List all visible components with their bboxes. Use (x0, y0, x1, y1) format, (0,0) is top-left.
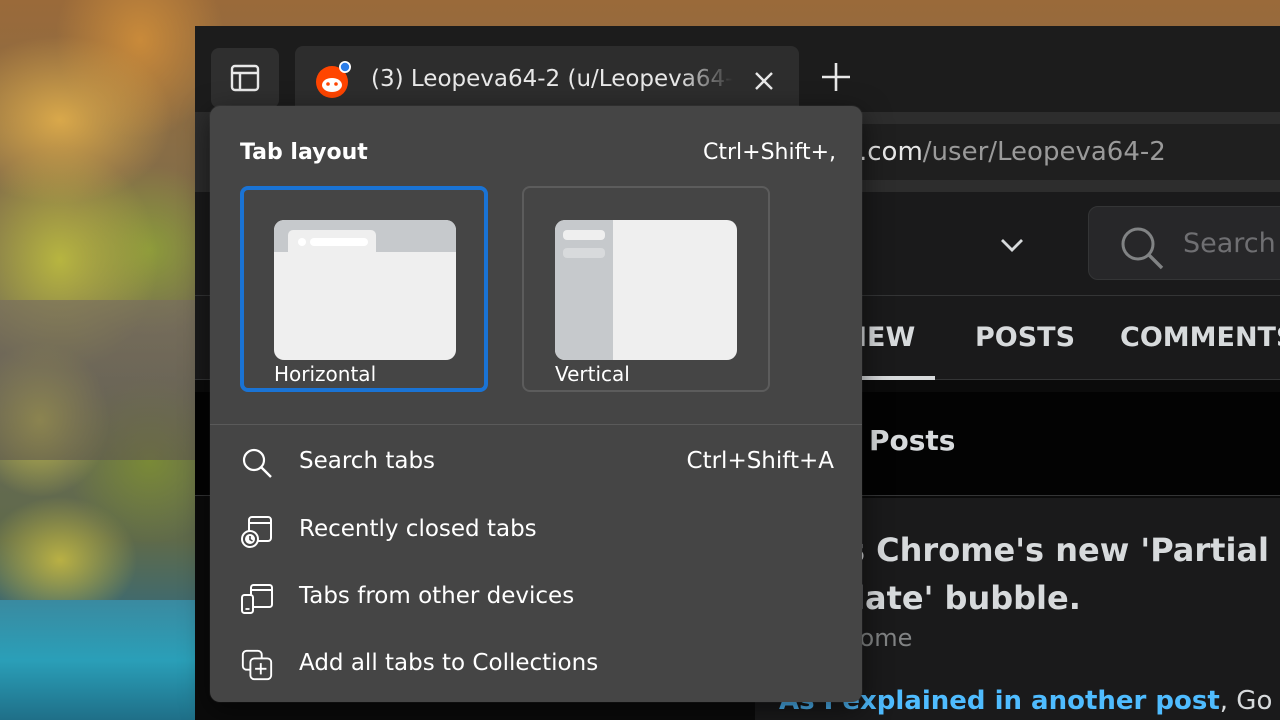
layout-label-vertical: Vertical (555, 362, 630, 386)
wallpaper-water (0, 600, 200, 720)
flyout-divider (210, 424, 862, 425)
new-tab-button[interactable] (815, 56, 857, 98)
preview-tab-text (310, 238, 368, 246)
wallpaper-rock (0, 300, 200, 460)
search-tabs-icon-wrap (240, 446, 274, 480)
preview-tab-icon (298, 238, 306, 246)
url-path: /user/Leopeva64-2 (922, 137, 1166, 167)
menu-item-recently-closed[interactable]: Recently closed tabs (210, 502, 862, 562)
menu-shortcut: Ctrl+Shift+A (686, 448, 834, 474)
menu-item-add-to-collections[interactable]: Add all tabs to Collections (210, 636, 862, 696)
reddit-favicon-icon (316, 61, 351, 98)
tab-actions-icon (230, 64, 260, 92)
collections-add-icon (241, 649, 273, 681)
recently-closed-icon (241, 516, 272, 548)
posts-heading: Posts (869, 424, 956, 457)
recently-closed-icon-wrap (240, 514, 274, 548)
layout-option-horizontal[interactable]: Horizontal (240, 186, 488, 392)
tab-close-button[interactable] (749, 66, 779, 96)
post-body-text: , Go (1219, 686, 1273, 716)
plus-icon (822, 63, 850, 91)
search-icon (1121, 227, 1164, 270)
tab-layout-title: Tab layout (240, 140, 368, 165)
address-url: .com/user/Leopeva64-2 (859, 134, 1166, 170)
search-placeholder: Search (1183, 228, 1276, 259)
devices-icon-wrap (240, 581, 274, 615)
collections-add-icon-wrap (240, 648, 274, 682)
vertical-layout-preview (555, 220, 737, 360)
reddit-search-input[interactable]: Search (1088, 206, 1280, 280)
tab-layout-shortcut: Ctrl+Shift+, (702, 140, 836, 165)
menu-item-search-tabs[interactable]: Search tabs Ctrl+Shift+A (210, 434, 862, 494)
tab-actions-menu-button[interactable] (211, 48, 279, 108)
horizontal-layout-preview (274, 220, 456, 360)
search-icon (242, 448, 272, 478)
menu-item-other-devices[interactable]: Tabs from other devices (210, 569, 862, 629)
close-icon (755, 72, 773, 90)
layout-option-vertical[interactable]: Vertical (522, 186, 770, 392)
menu-label: Add all tabs to Collections (299, 650, 599, 676)
menu-label: Search tabs (299, 448, 436, 474)
chevron-down-icon (1001, 239, 1023, 252)
post-title-line-1: is Chrome's new 'Partial (835, 531, 1269, 569)
tab-overview[interactable]: IEW (857, 318, 915, 358)
layout-label-horizontal: Horizontal (274, 362, 377, 386)
post-title-line-2: slate' bubble. (835, 579, 1081, 617)
preview-side-strip (555, 220, 613, 360)
preview-side-tab-1 (563, 230, 605, 240)
preview-side-tab-2 (563, 248, 605, 258)
tab-title: (3) Leopeva64-2 (u/Leopeva64-2) - Reddit (371, 66, 733, 92)
devices-icon (241, 584, 273, 614)
url-domain: .com (859, 137, 923, 167)
dropdown-button[interactable] (995, 228, 1029, 262)
tab-actions-flyout: Tab layout Ctrl+Shift+, Horizontal Verti… (210, 106, 862, 702)
browser-tab[interactable]: (3) Leopeva64-2 (u/Leopeva64-2) - Reddit (295, 46, 799, 112)
tab-posts[interactable]: POSTS (975, 318, 1075, 358)
title-bar: (3) Leopeva64-2 (u/Leopeva64-2) - Reddit (195, 26, 1280, 112)
menu-label: Recently closed tabs (299, 516, 537, 542)
menu-label: Tabs from other devices (299, 583, 575, 609)
tab-comments[interactable]: COMMENTS (1120, 318, 1280, 358)
post-title[interactable]: is Chrome's new 'Partial slate' bubble. (835, 526, 1280, 622)
